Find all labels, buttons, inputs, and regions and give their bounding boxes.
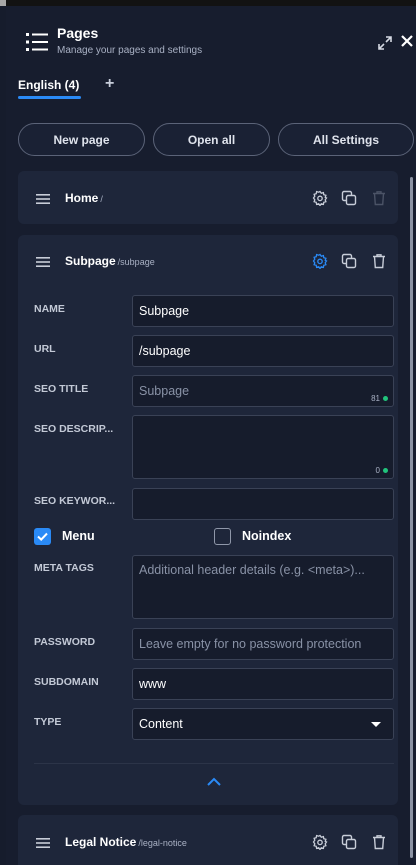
password-field[interactable]: Leave empty for no password protection	[132, 628, 394, 660]
page-title-home[interactable]: Home /	[65, 191, 103, 205]
settings-icon[interactable]	[312, 190, 328, 206]
all-settings-button[interactable]: All Settings	[278, 123, 414, 156]
noindex-checkbox-label[interactable]: Noindex	[242, 529, 291, 543]
page-card-home[interactable]: Home /	[18, 171, 398, 224]
trash-icon[interactable]	[371, 253, 387, 269]
settings-icon[interactable]	[312, 253, 328, 269]
type-label: TYPE	[34, 716, 62, 728]
drag-handle-icon[interactable]	[36, 194, 50, 204]
tab-english[interactable]: English (4)	[18, 78, 79, 92]
page-slug-home: /	[100, 194, 103, 204]
page-slug-subpage: /subpage	[117, 257, 155, 267]
counter-status-dot	[383, 396, 388, 401]
password-placeholder: Leave empty for no password protection	[139, 637, 362, 651]
counter-status-dot	[383, 468, 388, 473]
type-select-value: Content	[139, 717, 183, 731]
scrollbar[interactable]	[410, 177, 413, 858]
card-divider	[34, 763, 394, 764]
chevron-down-icon	[371, 722, 381, 727]
seo-title-label: SEO TITLE	[34, 383, 89, 395]
password-label: PASSWORD	[34, 636, 96, 648]
name-field[interactable]: Subpage	[132, 295, 394, 327]
duplicate-icon[interactable]	[341, 190, 357, 206]
active-tab-indicator	[18, 96, 81, 99]
seo-description-field[interactable]: 0	[132, 415, 394, 479]
seo-title-field[interactable]: Subpage 81	[132, 375, 394, 407]
seo-keywords-label: SEO KEYWOR...	[34, 495, 116, 507]
seo-description-label: SEO DESCRIP...	[34, 423, 114, 435]
subdomain-label: SUBDOMAIN	[34, 676, 99, 688]
page-card-subpage: Subpage/subpage NAME Subpage URL /subpag…	[18, 235, 398, 805]
menu-checkbox-label[interactable]: Menu	[62, 529, 95, 543]
url-label: URL	[34, 343, 56, 355]
seo-title-placeholder: Subpage	[139, 384, 190, 398]
panel-title: Pages	[57, 25, 99, 41]
new-page-button[interactable]: New page	[18, 123, 145, 156]
name-label: NAME	[34, 303, 65, 315]
meta-tags-label: META TAGS	[34, 562, 94, 574]
page-title-legal-notice[interactable]: Legal Notice/legal-notice	[65, 835, 187, 849]
add-language-button[interactable]: +	[105, 75, 114, 93]
page-slug-legal-notice: /legal-notice	[138, 838, 187, 848]
duplicate-icon[interactable]	[341, 834, 357, 850]
drag-handle-icon[interactable]	[36, 257, 50, 267]
trash-icon[interactable]	[371, 834, 387, 850]
drag-handle-icon[interactable]	[36, 838, 50, 848]
menu-checkbox[interactable]	[34, 528, 51, 545]
page-card-legal-notice[interactable]: Legal Notice/legal-notice	[18, 815, 398, 865]
pages-panel: Pages Manage your pages and settings Eng…	[6, 6, 416, 865]
subdomain-field[interactable]: www	[132, 668, 394, 700]
expand-icon[interactable]	[378, 36, 392, 50]
close-icon[interactable]	[400, 34, 414, 48]
open-all-button[interactable]: Open all	[153, 123, 270, 156]
seo-description-counter: 0	[376, 466, 388, 475]
settings-icon[interactable]	[312, 834, 328, 850]
seo-title-counter: 81	[371, 394, 388, 403]
url-field[interactable]: /subpage	[132, 335, 394, 367]
panel-subtitle: Manage your pages and settings	[57, 45, 203, 56]
seo-keywords-field[interactable]	[132, 488, 394, 520]
page-title-subpage[interactable]: Subpage/subpage	[65, 254, 155, 268]
chevron-up-icon[interactable]	[206, 776, 222, 788]
checkmark-icon	[37, 532, 48, 542]
meta-tags-placeholder: Additional header details (e.g. <meta>).…	[139, 563, 365, 577]
meta-tags-field[interactable]: Additional header details (e.g. <meta>).…	[132, 555, 394, 619]
type-select[interactable]: Content	[132, 708, 394, 740]
trash-icon	[373, 191, 385, 206]
noindex-checkbox[interactable]	[214, 528, 231, 545]
list-icon	[26, 33, 48, 51]
duplicate-icon[interactable]	[341, 253, 357, 269]
